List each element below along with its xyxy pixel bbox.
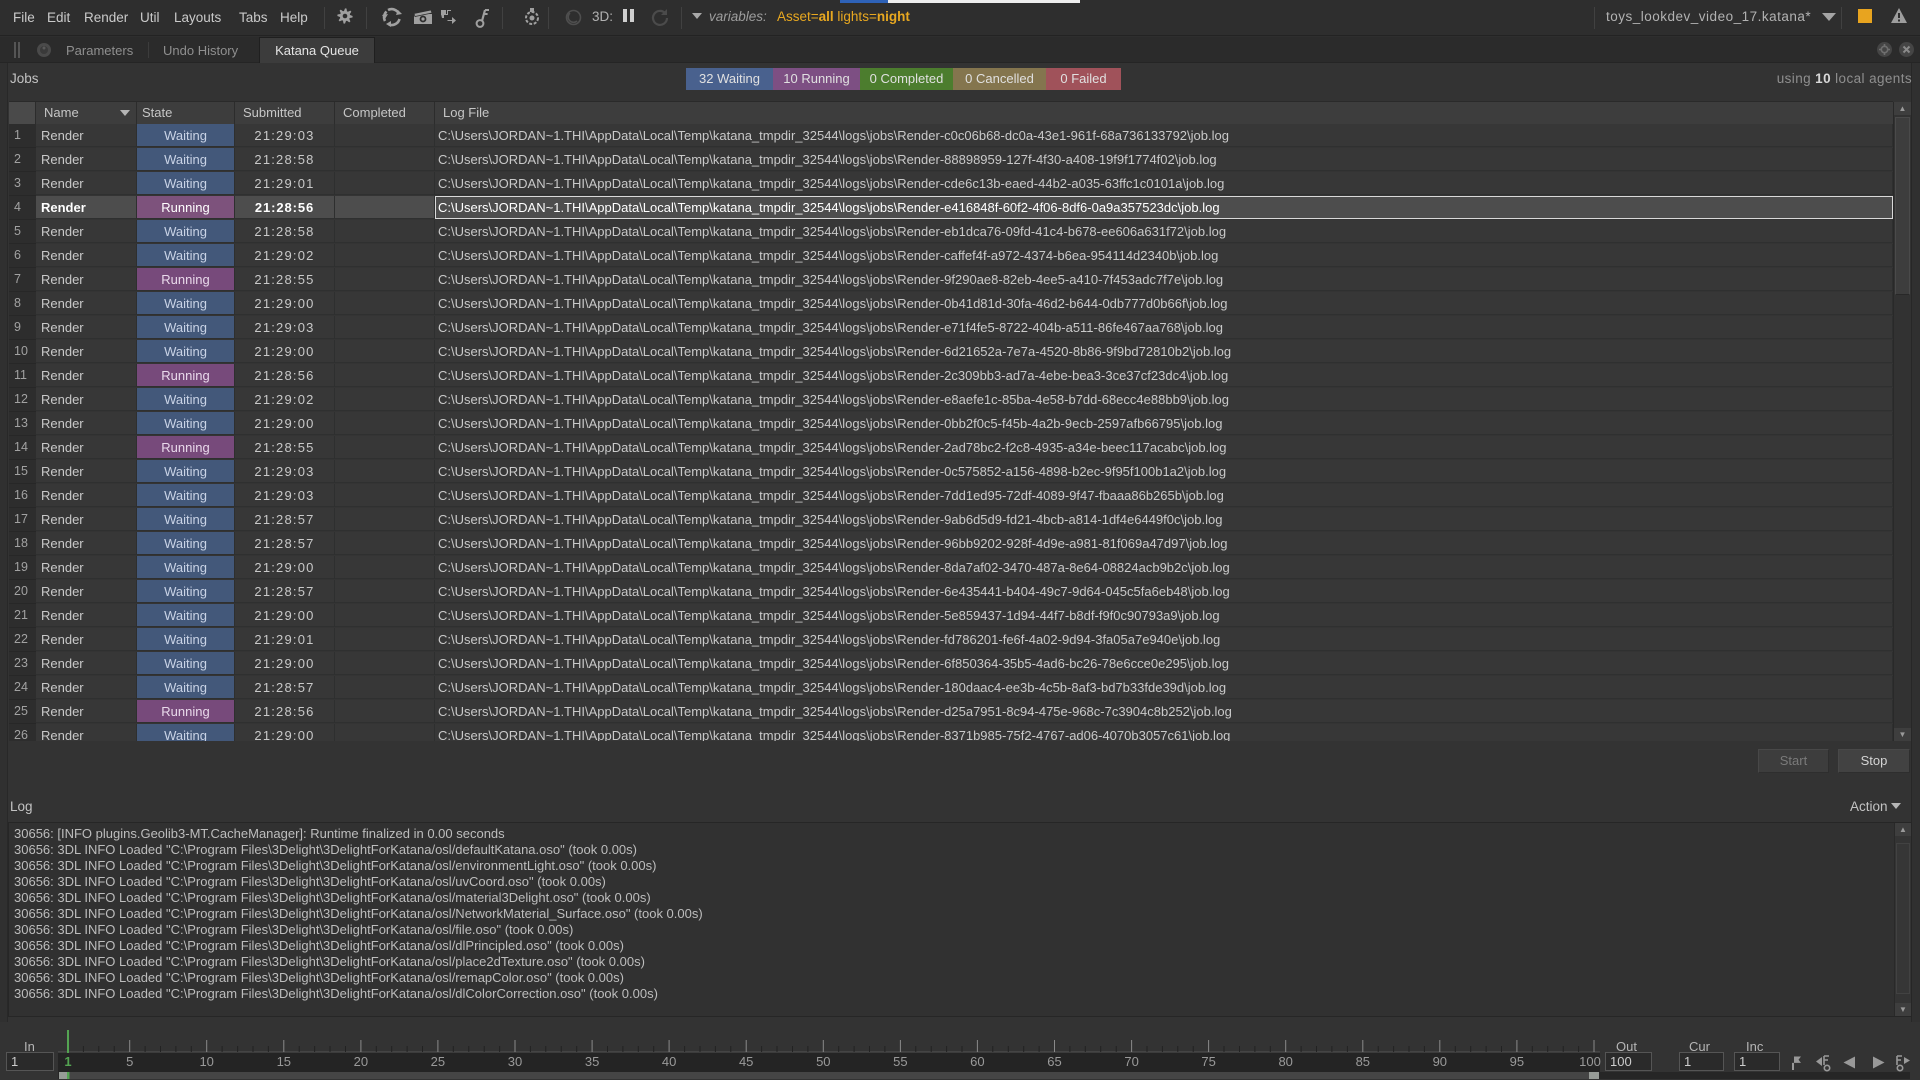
- svg-text:20: 20: [354, 1054, 368, 1069]
- svg-text:5: 5: [126, 1054, 133, 1069]
- svg-text:65: 65: [1047, 1054, 1061, 1069]
- svg-text:30: 30: [508, 1054, 522, 1069]
- svg-text:10: 10: [199, 1054, 213, 1069]
- svg-text:80: 80: [1278, 1054, 1292, 1069]
- svg-text:45: 45: [739, 1054, 753, 1069]
- svg-text:95: 95: [1510, 1054, 1524, 1069]
- svg-text:85: 85: [1356, 1054, 1370, 1069]
- svg-text:15: 15: [277, 1054, 291, 1069]
- svg-text:25: 25: [431, 1054, 445, 1069]
- svg-text:55: 55: [893, 1054, 907, 1069]
- svg-text:1: 1: [64, 1054, 71, 1069]
- svg-text:60: 60: [970, 1054, 984, 1069]
- svg-text:100: 100: [1579, 1054, 1601, 1069]
- svg-text:75: 75: [1201, 1054, 1215, 1069]
- svg-text:35: 35: [585, 1054, 599, 1069]
- svg-text:90: 90: [1433, 1054, 1447, 1069]
- svg-text:50: 50: [816, 1054, 830, 1069]
- svg-text:40: 40: [662, 1054, 676, 1069]
- svg-text:70: 70: [1124, 1054, 1138, 1069]
